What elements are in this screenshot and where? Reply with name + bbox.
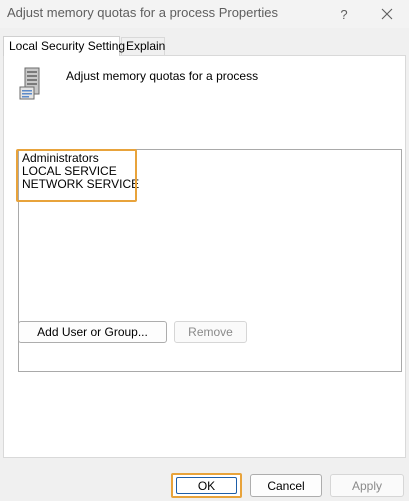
tab-panel: Adjust memory quotas for a process Admin… bbox=[3, 55, 406, 458]
server-policy-icon bbox=[19, 67, 40, 100]
close-icon bbox=[381, 8, 393, 20]
remove-button[interactable]: Remove bbox=[174, 321, 247, 343]
add-user-or-group-button[interactable]: Add User or Group... bbox=[18, 321, 167, 343]
footer-divider bbox=[0, 461, 409, 462]
window-title: Adjust memory quotas for a process Prope… bbox=[7, 5, 278, 20]
policy-name: Adjust memory quotas for a process bbox=[66, 69, 259, 83]
list-item[interactable]: NETWORK SERVICE bbox=[22, 178, 139, 191]
cancel-button[interactable]: Cancel bbox=[250, 474, 322, 497]
close-button[interactable] bbox=[368, 0, 406, 28]
apply-button[interactable]: Apply bbox=[330, 474, 404, 497]
focus-ring bbox=[176, 477, 237, 494]
ok-button[interactable]: OK bbox=[171, 473, 242, 498]
help-button[interactable]: ? bbox=[326, 0, 362, 28]
tab-explain[interactable]: Explain bbox=[121, 37, 165, 56]
tab-local-security-setting[interactable]: Local Security Setting bbox=[3, 36, 125, 56]
title-bar: Adjust memory quotas for a process Prope… bbox=[0, 0, 409, 28]
